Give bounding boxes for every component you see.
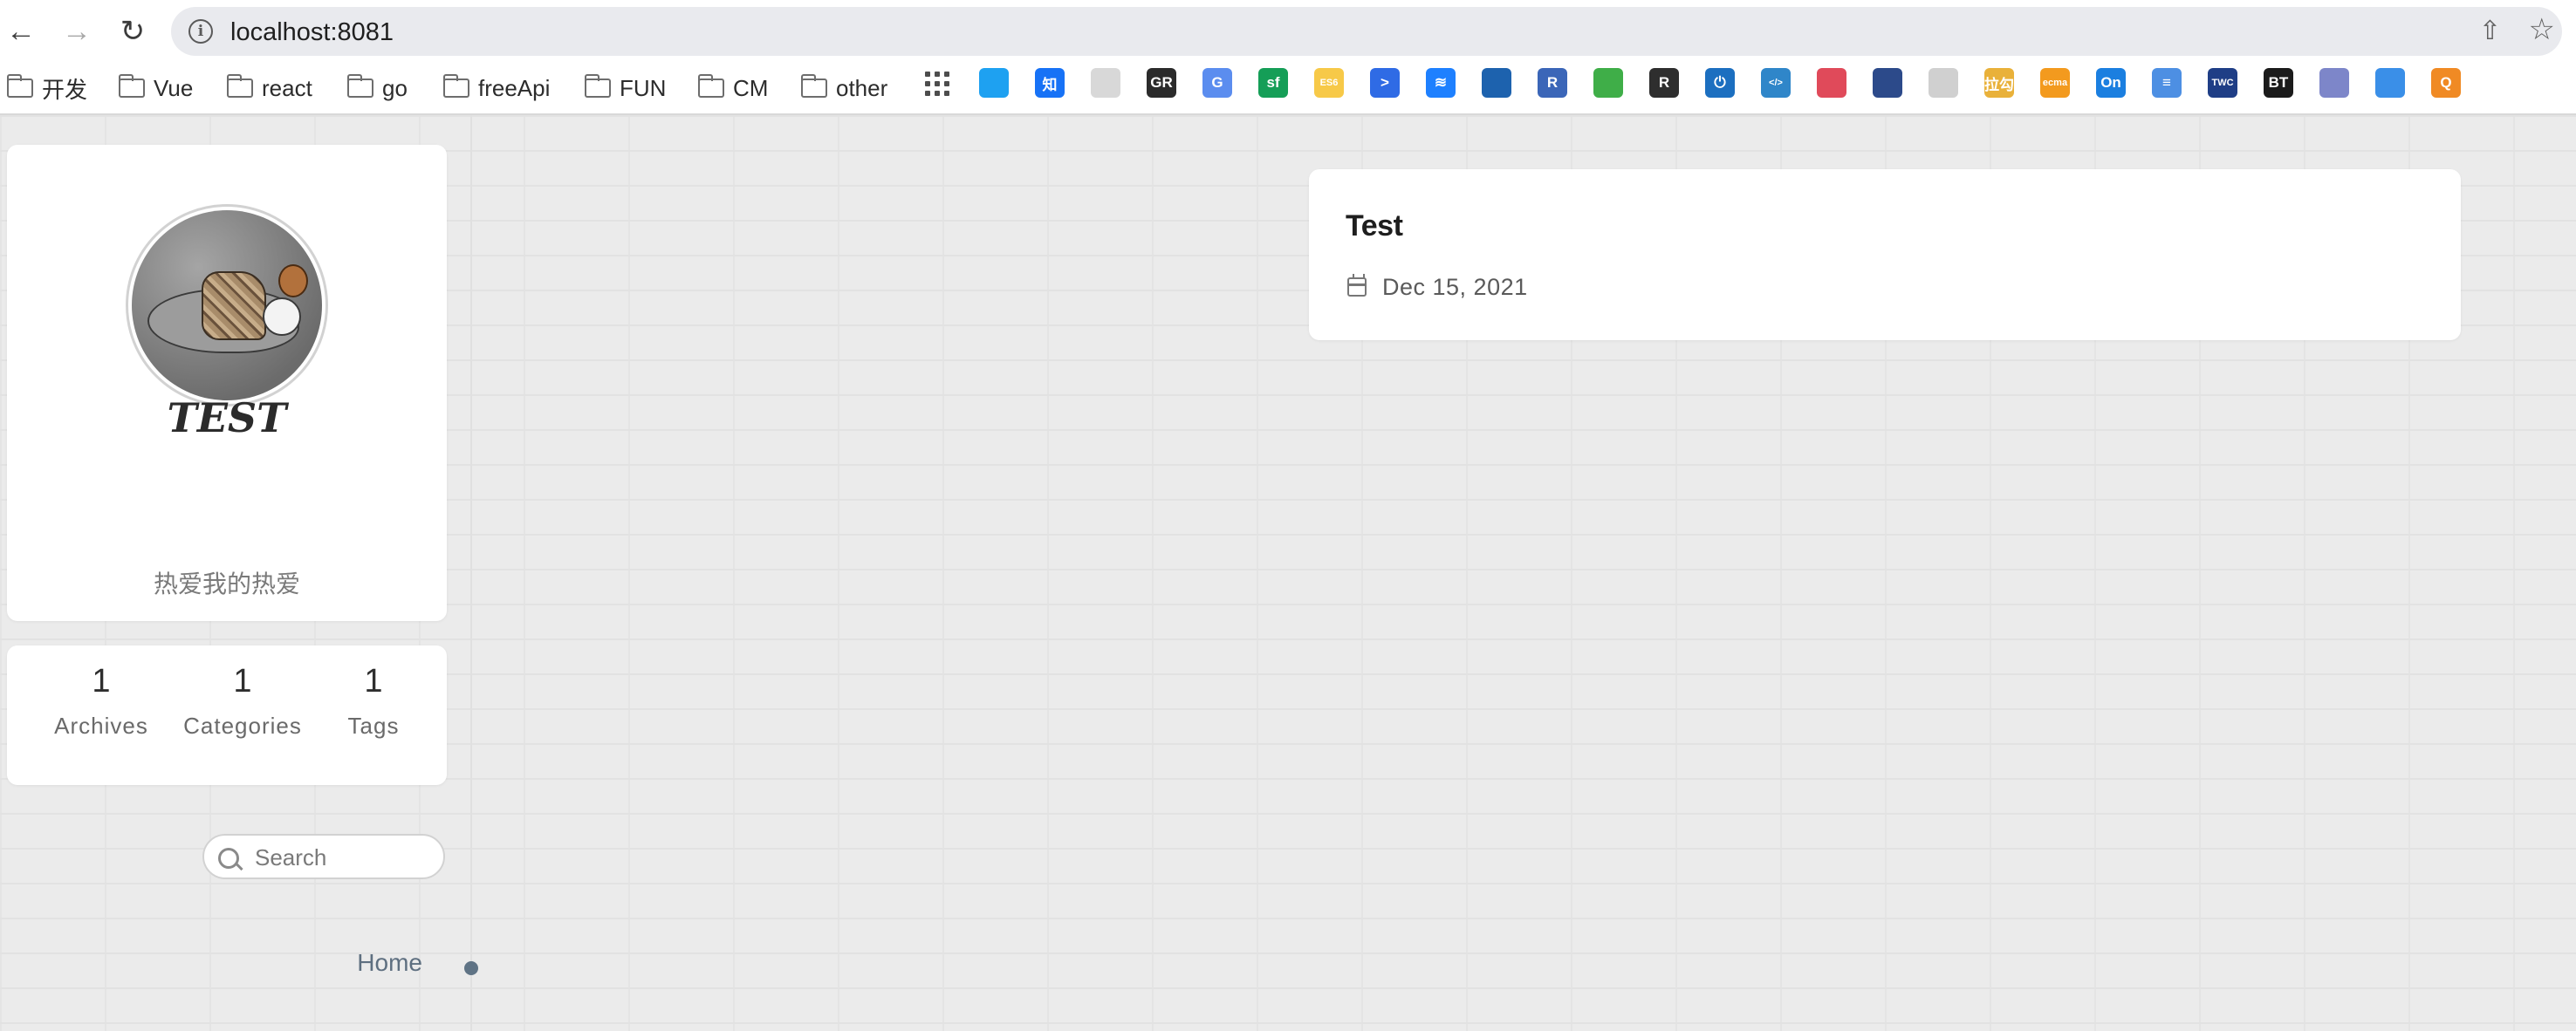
folder-icon (226, 74, 253, 98)
address-bar[interactable]: i localhost:8081 ⇧ ☆ (171, 7, 2562, 56)
post-card[interactable]: Test Dec 15, 2021 (1309, 169, 2461, 340)
bookmark-folder-label: FUN (620, 74, 667, 101)
bookmark-folder-label: CM (733, 74, 769, 101)
bookmarks-bar: 开发 Vue react go freeApi FUN CM other (0, 63, 2576, 115)
stat-tags[interactable]: 1 Tags (304, 663, 443, 740)
bookmark-folder-label: react (262, 74, 312, 101)
address-url[interactable]: localhost:8081 (230, 18, 394, 47)
stat-count: 1 (233, 663, 252, 700)
power-icon[interactable]: ⏻ (1705, 68, 1735, 98)
bookmark-folder[interactable]: FUN (584, 72, 667, 105)
zhihu-icon[interactable]: 知 (1035, 68, 1065, 98)
timeline-dot (464, 961, 478, 975)
stat-label: Tags (347, 713, 400, 739)
calendar-icon (1347, 274, 1367, 297)
page-background: TEST 热爱我的热爱 1 Archives 1 Categories 1 Ta… (0, 115, 2576, 1031)
lips-icon[interactable] (1817, 68, 1846, 98)
chat-icon[interactable] (2375, 68, 2405, 98)
folder-icon (697, 74, 724, 98)
leaf-icon[interactable] (1593, 68, 1623, 98)
profile-description: 热爱我的热爱 (153, 570, 300, 597)
search-box[interactable] (202, 834, 445, 879)
profile-card: TEST 热爱我的热爱 (7, 145, 447, 621)
ecma-icon[interactable]: ecma (2040, 68, 2070, 98)
stat-count: 1 (364, 663, 383, 700)
es6-icon[interactable]: ES6 (1314, 68, 1344, 98)
stat-categories[interactable]: 1 Categories (173, 663, 312, 740)
q-icon[interactable]: Q (2431, 68, 2461, 98)
github-gray-icon[interactable] (1929, 68, 1958, 98)
site-info-icon[interactable]: i (188, 19, 213, 44)
folder-icon (118, 74, 145, 98)
chevron-icon[interactable]: > (1370, 68, 1400, 98)
search-input[interactable] (253, 843, 431, 872)
profile-name: TEST (167, 394, 287, 441)
timeline-line (470, 115, 472, 1031)
bookmark-star-icon[interactable]: ☆ (2529, 12, 2555, 47)
segmentfault-icon[interactable]: sf (1258, 68, 1288, 98)
bookmark-folder[interactable]: Vue (118, 72, 194, 105)
bookmark-folder-label: 开发 (42, 76, 88, 103)
google-translate-icon[interactable]: G (1202, 68, 1232, 98)
reload-icon[interactable]: ↻ (113, 12, 152, 51)
search-icon (218, 848, 239, 869)
bookmark-folder-label: go (382, 74, 408, 101)
stat-archives[interactable]: 1 Archives (31, 663, 171, 740)
folder-icon (346, 74, 373, 98)
bookmark-folder[interactable]: react (226, 72, 312, 105)
github-icon[interactable] (1091, 68, 1120, 98)
gr-icon[interactable]: GR (1147, 68, 1176, 98)
browser-toolbar: ← → ↻ i localhost:8081 ⇧ ☆ (0, 0, 2576, 63)
bookmark-folder-label: freeApi (478, 74, 551, 101)
share-icon[interactable]: ⇧ (2479, 16, 2501, 46)
lotus-icon[interactable] (1873, 68, 1902, 98)
bilibili-icon[interactable] (979, 68, 1009, 98)
back-arrow-icon[interactable]: ← (2, 12, 40, 51)
folder-icon (800, 74, 827, 98)
folder-icon (442, 74, 469, 98)
post-title[interactable]: Test (1346, 209, 1403, 243)
bookmark-folder[interactable]: go (346, 72, 408, 105)
bt-icon[interactable]: BT (2264, 68, 2293, 98)
avatar-image (132, 210, 322, 400)
r-icon[interactable]: R (1538, 68, 1567, 98)
nav-home-link[interactable]: Home (332, 949, 422, 977)
stat-label: Archives (54, 713, 148, 739)
bookmark-folder[interactable]: CM (697, 72, 769, 105)
code-icon[interactable]: </> (1761, 68, 1791, 98)
forward-arrow-icon[interactable]: → (58, 12, 96, 51)
bookmark-folder-label: Vue (154, 74, 194, 101)
bookmark-folder[interactable]: freeApi (442, 72, 551, 105)
chart-icon[interactable] (1482, 68, 1511, 98)
bookmark-folder-label: other (836, 74, 888, 101)
r-dark-icon[interactable]: R (1649, 68, 1679, 98)
bookmark-folder[interactable]: other (800, 72, 888, 105)
apps-grid-icon[interactable] (925, 72, 949, 96)
weather-channel-icon[interactable]: TWC (2208, 68, 2237, 98)
cube-icon[interactable] (2319, 68, 2349, 98)
post-date: Dec 15, 2021 (1382, 274, 1528, 300)
juejin-icon[interactable]: ≋ (1426, 68, 1456, 98)
avatar (126, 204, 328, 406)
lagou-icon[interactable]: 拉勾 (1984, 68, 2014, 98)
folder-icon (584, 74, 611, 98)
stat-label: Categories (183, 713, 302, 739)
folder-icon (6, 74, 33, 98)
list-icon[interactable]: ≡ (2152, 68, 2182, 98)
bookmark-folder[interactable]: 开发 (6, 72, 88, 105)
stat-count: 1 (92, 663, 111, 700)
on-icon[interactable]: On (2096, 68, 2126, 98)
stats-card: 1 Archives 1 Categories 1 Tags (7, 645, 447, 785)
